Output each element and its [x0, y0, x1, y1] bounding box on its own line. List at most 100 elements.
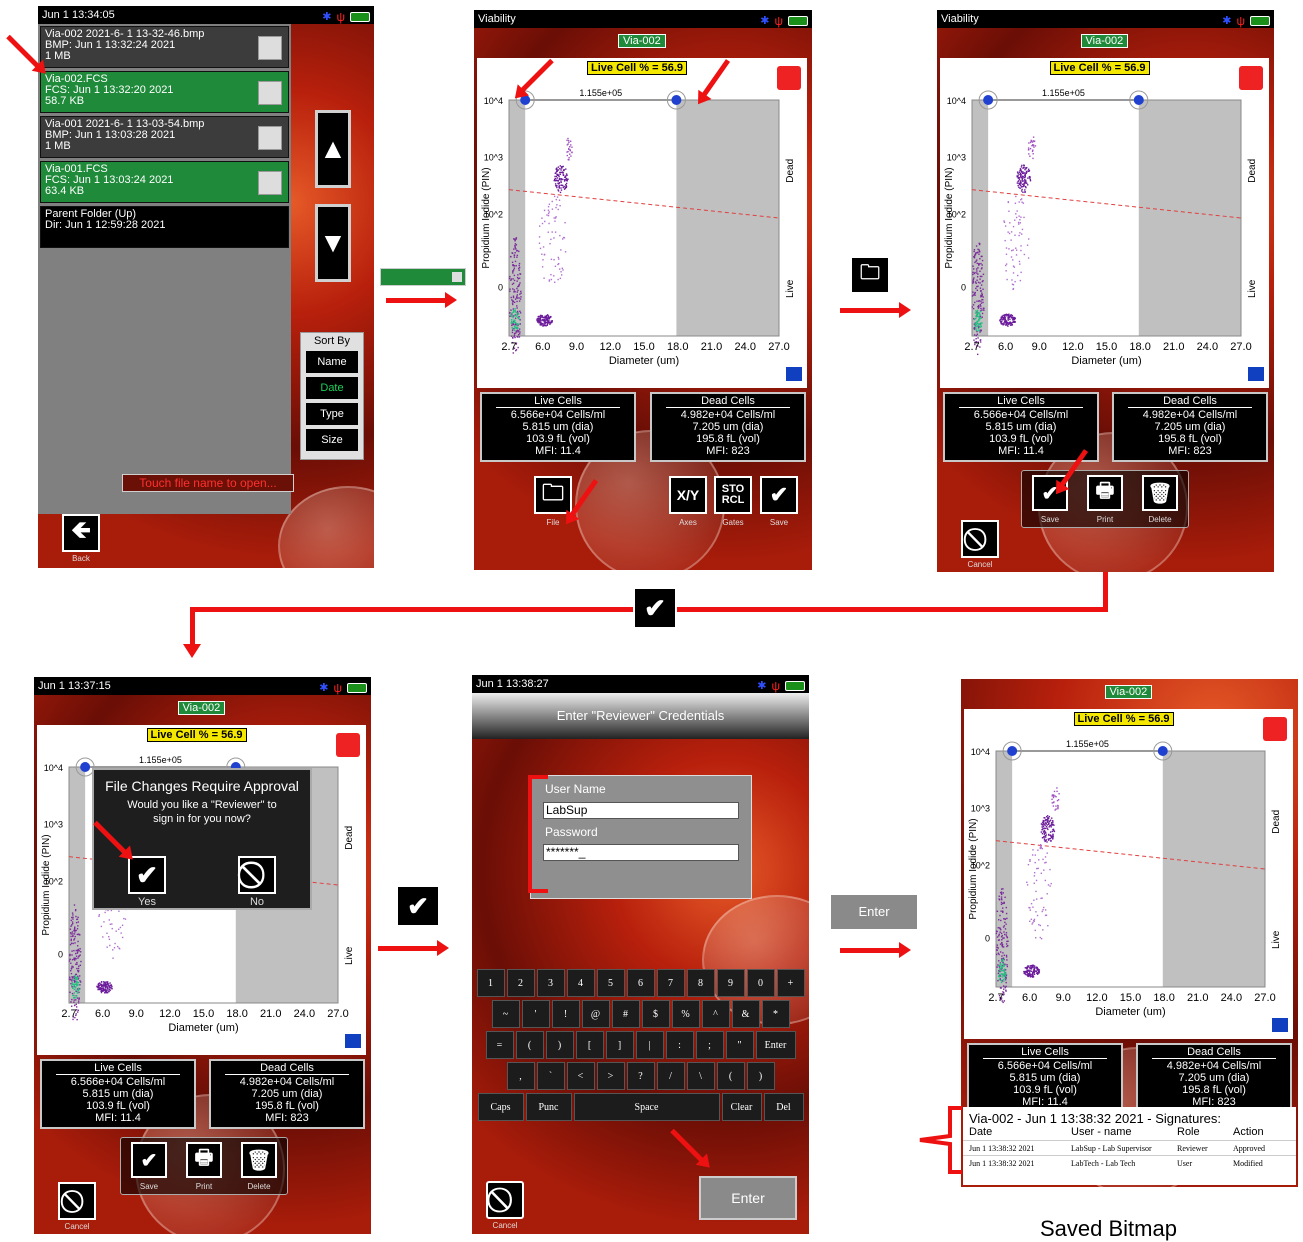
- key[interactable]: @: [581, 1000, 610, 1028]
- file-row[interactable]: Via-002 2021-6- 1 13-32-46.bmp BMP: Jun 1…: [40, 26, 289, 68]
- key[interactable]: >: [596, 1062, 625, 1090]
- sort-name-button[interactable]: Name: [306, 351, 358, 373]
- histogram-icon[interactable]: [1247, 366, 1265, 382]
- file-checkbox[interactable]: [258, 36, 282, 60]
- file-row[interactable]: Via-001.FCS FCS: Jun 1 13:03:24 2021 63.4 …: [40, 161, 289, 203]
- no-button[interactable]: ⃠: [238, 856, 276, 894]
- key[interactable]: ]: [605, 1031, 634, 1059]
- x-tick-label: 12.0: [600, 341, 621, 353]
- key[interactable]: (: [515, 1031, 544, 1059]
- key[interactable]: 4: [566, 969, 595, 997]
- key[interactable]: 9: [716, 969, 745, 997]
- gate-tool-icon[interactable]: [1263, 717, 1287, 741]
- key[interactable]: $: [641, 1000, 670, 1028]
- gates-button[interactable]: STO RCL: [714, 476, 752, 514]
- key[interactable]: ): [746, 1062, 775, 1090]
- print-option-label: Print: [195, 1182, 213, 1191]
- file-row[interactable]: Parent Folder (Up) Dir: Jun 1 12:59:28 20…: [40, 206, 289, 248]
- key[interactable]: |: [635, 1031, 664, 1059]
- key[interactable]: Caps: [477, 1093, 524, 1121]
- key[interactable]: 5: [596, 969, 625, 997]
- key[interactable]: Del: [763, 1093, 804, 1121]
- key[interactable]: !: [551, 1000, 580, 1028]
- key[interactable]: ~: [491, 1000, 520, 1028]
- key[interactable]: ): [545, 1031, 574, 1059]
- username-field[interactable]: LabSup: [543, 802, 739, 819]
- key[interactable]: 8: [686, 969, 715, 997]
- key[interactable]: =: [485, 1031, 514, 1059]
- key[interactable]: 2: [506, 969, 535, 997]
- key[interactable]: 1: [476, 969, 505, 997]
- enter-button[interactable]: Enter: [699, 1176, 797, 1220]
- key[interactable]: 6: [626, 969, 655, 997]
- file-checkbox[interactable]: [258, 126, 282, 150]
- key[interactable]: ^: [701, 1000, 730, 1028]
- key[interactable]: /: [656, 1062, 685, 1090]
- print-option-button[interactable]: 🖶: [1087, 475, 1123, 511]
- save-button[interactable]: ✔: [760, 476, 798, 514]
- gates-label: Gates: [722, 518, 744, 527]
- key[interactable]: ': [521, 1000, 550, 1028]
- gate-tool-icon[interactable]: [336, 733, 360, 757]
- save-option-button[interactable]: ✔: [131, 1142, 167, 1178]
- key[interactable]: #: [611, 1000, 640, 1028]
- stats-conc: 4.982e+04 Cells/ml: [680, 409, 776, 421]
- histogram-icon[interactable]: [344, 1033, 362, 1049]
- axes-button[interactable]: X/Y: [669, 476, 707, 514]
- gate-handle[interactable]: [1157, 746, 1168, 756]
- print-option-button[interactable]: 🖶: [186, 1142, 222, 1178]
- gate-tool-icon[interactable]: [777, 66, 801, 90]
- key[interactable]: ,: [506, 1062, 535, 1090]
- file-button[interactable]: 🗀: [534, 476, 572, 514]
- scroll-down-button[interactable]: ▼: [315, 204, 351, 282]
- sort-type-button[interactable]: Type: [306, 403, 358, 425]
- key[interactable]: :: [665, 1031, 694, 1059]
- scroll-up-button[interactable]: ▲: [315, 110, 351, 188]
- gate-handle[interactable]: [1133, 95, 1144, 105]
- key[interactable]: Punc: [525, 1093, 572, 1121]
- x-tick-label: 18.0: [667, 341, 688, 353]
- file-checkbox[interactable]: [258, 171, 282, 195]
- key[interactable]: 0: [746, 969, 775, 997]
- key[interactable]: 3: [536, 969, 565, 997]
- cancel-button[interactable]: ⃠: [58, 1182, 96, 1220]
- gate-handle[interactable]: [671, 95, 682, 105]
- delete-option-button[interactable]: 🗑: [1142, 475, 1178, 511]
- histogram-icon[interactable]: [785, 366, 803, 382]
- histogram-icon[interactable]: [1271, 1017, 1289, 1033]
- gate-handle[interactable]: [1007, 746, 1018, 756]
- delete-option-button[interactable]: 🗑: [241, 1142, 277, 1178]
- gate-handle[interactable]: [80, 762, 91, 772]
- back-button[interactable]: 🡸: [62, 514, 100, 552]
- live-label: Live: [1271, 930, 1282, 949]
- key[interactable]: Clear: [721, 1093, 762, 1121]
- key[interactable]: %: [671, 1000, 700, 1028]
- cancel-button[interactable]: ⃠: [486, 1181, 524, 1219]
- file-checkbox[interactable]: [258, 81, 282, 105]
- key[interactable]: 7: [656, 969, 685, 997]
- key[interactable]: *: [761, 1000, 790, 1028]
- file-row[interactable]: Via-002.FCS FCS: Jun 1 13:32:20 2021 58.7 …: [40, 71, 289, 113]
- key[interactable]: ": [725, 1031, 754, 1059]
- sig-cell: User: [1177, 1159, 1193, 1168]
- cancel-button[interactable]: ⃠: [961, 520, 999, 558]
- gate-handle[interactable]: [983, 95, 994, 105]
- sort-date-button[interactable]: Date: [306, 377, 358, 399]
- yes-button[interactable]: ✔: [128, 856, 166, 894]
- key[interactable]: Space: [573, 1093, 720, 1121]
- stats-conc: 6.566e+04 Cells/ml: [973, 409, 1069, 421]
- gate-tool-icon[interactable]: [1239, 66, 1263, 90]
- key[interactable]: Enter: [755, 1031, 796, 1059]
- file-row[interactable]: Via-001 2021-6- 1 13-03-54.bmp BMP: Jun 1…: [40, 116, 289, 158]
- key[interactable]: (: [716, 1062, 745, 1090]
- key[interactable]: ;: [695, 1031, 724, 1059]
- key[interactable]: [: [575, 1031, 604, 1059]
- key[interactable]: ?: [626, 1062, 655, 1090]
- key[interactable]: `: [536, 1062, 565, 1090]
- password-field[interactable]: *******_: [543, 844, 739, 861]
- key[interactable]: +: [776, 969, 805, 997]
- key[interactable]: &: [731, 1000, 760, 1028]
- key[interactable]: \: [686, 1062, 715, 1090]
- key[interactable]: <: [566, 1062, 595, 1090]
- sort-size-button[interactable]: Size: [306, 429, 358, 451]
